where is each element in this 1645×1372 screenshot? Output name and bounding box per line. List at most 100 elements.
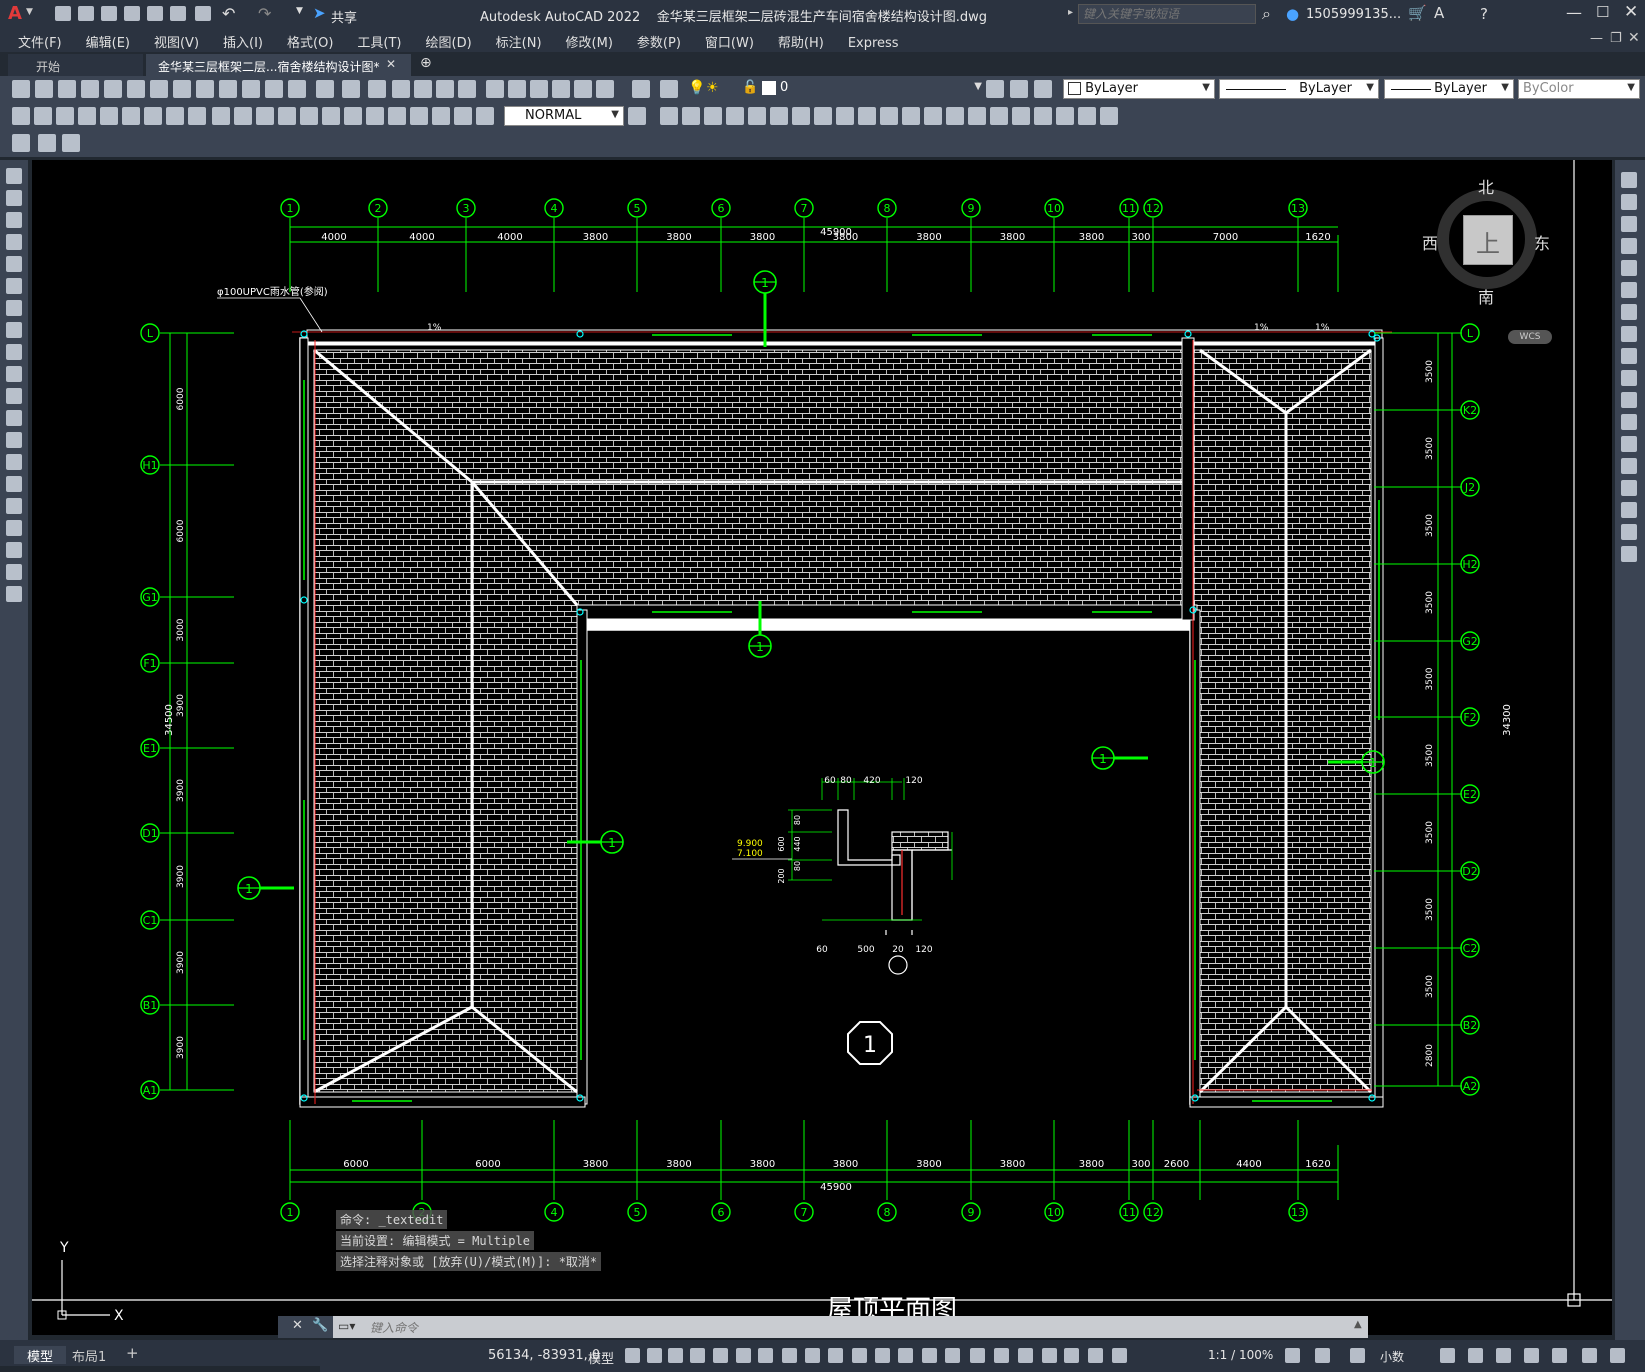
standard-icon-17[interactable] bbox=[414, 80, 432, 98]
dimension-icon-15[interactable] bbox=[344, 107, 362, 125]
modify-tool-icon-14[interactable] bbox=[1621, 480, 1637, 496]
standard-icon-8[interactable] bbox=[196, 80, 214, 98]
dimension-icon-19[interactable] bbox=[432, 107, 450, 125]
menu-item-9[interactable]: 参数(P) bbox=[625, 28, 693, 55]
status-tool-icon-0[interactable] bbox=[1285, 1348, 1300, 1363]
standard-icon-24[interactable] bbox=[574, 80, 592, 98]
standard-icon-9[interactable] bbox=[219, 80, 237, 98]
save-web-icon[interactable] bbox=[170, 6, 186, 21]
search-expand-icon[interactable]: ▸ bbox=[1068, 7, 1073, 18]
tab-close-icon[interactable]: ✕ bbox=[386, 57, 396, 71]
status-toggle-icon-2[interactable] bbox=[668, 1348, 683, 1363]
standard-icon-3[interactable] bbox=[81, 80, 99, 98]
app-menu-chevron-icon[interactable]: ▼ bbox=[26, 7, 33, 17]
user-icon[interactable]: ● bbox=[1286, 5, 1299, 23]
modify-tool-icon-5[interactable] bbox=[1621, 282, 1637, 298]
status-tool-icon-9[interactable] bbox=[1610, 1348, 1625, 1363]
annotation-scale[interactable]: 1:1 / 100% bbox=[1208, 1348, 1273, 1362]
status-tool-icon-5[interactable] bbox=[1496, 1348, 1511, 1363]
dimension-icon-29[interactable] bbox=[792, 107, 810, 125]
status-toggle-icon-10[interactable] bbox=[852, 1348, 867, 1363]
dimension-icon-43[interactable] bbox=[1100, 107, 1118, 125]
draw-tool-icon-4[interactable] bbox=[6, 256, 22, 272]
standard-icon-14[interactable] bbox=[342, 80, 360, 98]
draw-tool-icon-15[interactable] bbox=[6, 498, 22, 514]
dimension-icon-41[interactable] bbox=[1056, 107, 1074, 125]
menu-item-2[interactable]: 视图(V) bbox=[142, 28, 211, 55]
lineweight-dropdown[interactable]: ByLayer ▼ bbox=[1384, 79, 1514, 99]
command-prompt-icon[interactable]: ▭▾ bbox=[338, 1319, 355, 1333]
modify-tool-icon-3[interactable] bbox=[1621, 238, 1637, 254]
dimension-icon-40[interactable] bbox=[1034, 107, 1052, 125]
status-toggle-icon-18[interactable] bbox=[1042, 1348, 1057, 1363]
standard-icon-26[interactable] bbox=[632, 80, 650, 98]
modify-tool-icon-10[interactable] bbox=[1621, 392, 1637, 408]
viewcube-north[interactable]: 北 bbox=[1478, 174, 1494, 198]
viewcube-east[interactable]: 东 bbox=[1534, 230, 1550, 254]
menu-item-3[interactable]: 插入(I) bbox=[211, 28, 275, 55]
block-editor-icon[interactable] bbox=[12, 134, 30, 152]
dimstyle-dropdown[interactable]: NORMAL ▼ bbox=[504, 106, 624, 126]
standard-icon-11[interactable] bbox=[265, 80, 283, 98]
standard-icon-2[interactable] bbox=[58, 80, 76, 98]
standard-icon-20[interactable] bbox=[486, 80, 504, 98]
dimension-icon-22[interactable] bbox=[628, 107, 646, 125]
search-icon[interactable]: ⌕ bbox=[1262, 4, 1271, 24]
standard-icon-4[interactable] bbox=[104, 80, 122, 98]
dimension-icon-0[interactable] bbox=[12, 107, 30, 125]
menu-item-1[interactable]: 编辑(E) bbox=[74, 28, 142, 55]
close-icon[interactable]: ✕ bbox=[1624, 2, 1638, 22]
menu-item-5[interactable]: 工具(T) bbox=[345, 28, 413, 55]
dimension-icon-11[interactable] bbox=[256, 107, 274, 125]
status-toggle-icon-7[interactable] bbox=[782, 1348, 797, 1363]
standard-icon-18[interactable] bbox=[436, 80, 454, 98]
add-layout-button[interactable]: + bbox=[126, 1344, 139, 1362]
layer-dropdown[interactable]: 0 ▼ bbox=[684, 79, 986, 99]
standard-icon-15[interactable] bbox=[368, 80, 386, 98]
standard-icon-6[interactable] bbox=[150, 80, 168, 98]
status-toggle-icon-4[interactable] bbox=[713, 1348, 728, 1363]
status-toggle-icon-9[interactable] bbox=[828, 1348, 843, 1363]
status-toggle-icon-20[interactable] bbox=[1088, 1348, 1103, 1363]
user-name[interactable]: 1505999135... bbox=[1306, 7, 1401, 22]
standard-icon-5[interactable] bbox=[127, 80, 145, 98]
status-tool-icon-8[interactable] bbox=[1582, 1348, 1597, 1363]
draw-tool-icon-8[interactable] bbox=[6, 344, 22, 360]
status-tool-icon-1[interactable] bbox=[1315, 1348, 1330, 1363]
coordinates[interactable]: 56134, -83931, 0 bbox=[488, 1348, 600, 1363]
command-input[interactable] bbox=[368, 1318, 1352, 1338]
menu-item-10[interactable]: 窗口(W) bbox=[693, 28, 766, 55]
close-command-icon[interactable]: ✕ bbox=[292, 1318, 303, 1333]
doc-restore-icon[interactable]: ❐ bbox=[1610, 31, 1622, 46]
dimension-icon-5[interactable] bbox=[122, 107, 140, 125]
doc-minimize-icon[interactable]: — bbox=[1590, 31, 1603, 46]
dimension-icon-25[interactable] bbox=[704, 107, 722, 125]
status-toggle-icon-11[interactable] bbox=[875, 1348, 890, 1363]
autocad-logo-icon[interactable]: A bbox=[8, 3, 22, 24]
dimension-icon-35[interactable] bbox=[924, 107, 942, 125]
redo-icon[interactable]: ↷ bbox=[258, 4, 271, 23]
autodesk-app-icon[interactable]: A bbox=[1434, 4, 1444, 22]
modify-tool-icon-6[interactable] bbox=[1621, 304, 1637, 320]
dimension-icon-13[interactable] bbox=[300, 107, 318, 125]
units-selector[interactable]: 小数 bbox=[1380, 1348, 1404, 1365]
standard-icon-22[interactable] bbox=[530, 80, 548, 98]
restore-icon[interactable]: ☐ bbox=[1596, 3, 1609, 21]
draw-tool-icon-17[interactable] bbox=[6, 542, 22, 558]
standard-icon-10[interactable] bbox=[242, 80, 260, 98]
draw-tool-icon-2[interactable] bbox=[6, 212, 22, 228]
status-toggle-icon-3[interactable] bbox=[690, 1348, 705, 1363]
open-file-icon[interactable] bbox=[78, 6, 94, 21]
tab-model[interactable]: 模型 bbox=[14, 1346, 66, 1365]
standard-icon-30[interactable] bbox=[1034, 80, 1052, 98]
draw-tool-icon-9[interactable] bbox=[6, 366, 22, 382]
menu-item-7[interactable]: 标注(N) bbox=[484, 28, 554, 55]
doc-close-icon[interactable]: ✕ bbox=[1628, 30, 1640, 46]
cart-icon[interactable]: 🛒 bbox=[1408, 4, 1427, 22]
status-toggle-icon-13[interactable] bbox=[922, 1348, 937, 1363]
dimension-icon-9[interactable] bbox=[212, 107, 230, 125]
dimension-icon-2[interactable] bbox=[56, 107, 74, 125]
dimension-icon-21[interactable] bbox=[476, 107, 494, 125]
dimension-icon-16[interactable] bbox=[366, 107, 384, 125]
modify-tool-icon-16[interactable] bbox=[1621, 524, 1637, 540]
